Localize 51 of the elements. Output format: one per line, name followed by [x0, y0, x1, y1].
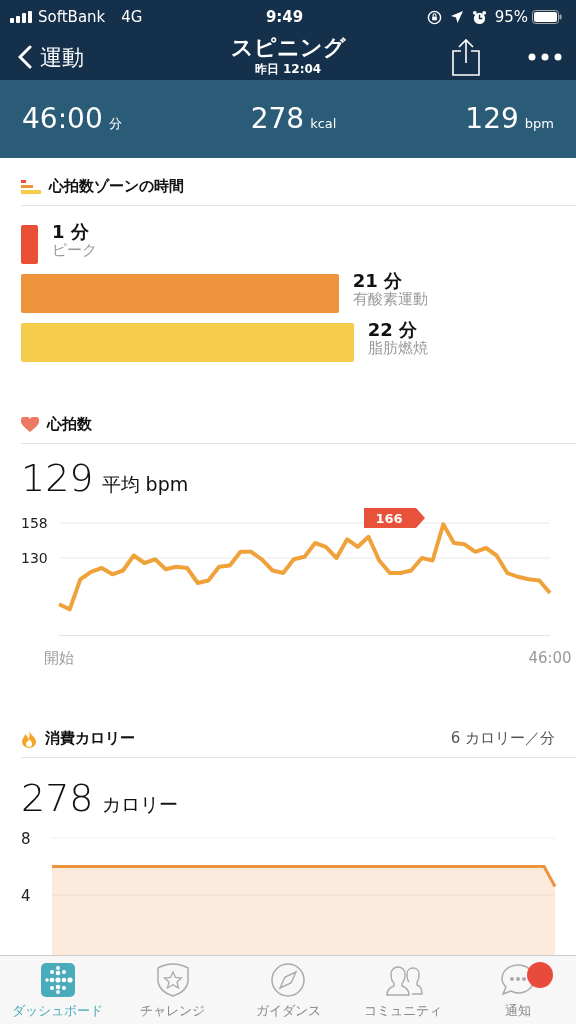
- average-heart-rate: 129: [21, 455, 94, 502]
- axis-label: 130: [21, 550, 48, 566]
- summary-value: 129: [465, 101, 519, 137]
- axis-label: 8: [21, 830, 31, 848]
- summary-value: 278: [250, 101, 305, 137]
- tab-button[interactable]: ダッシュボード: [0, 956, 116, 1024]
- section-title: 消費カロリー: [45, 728, 135, 750]
- zone-name: 脂肪燃焼: [367, 339, 428, 357]
- battery-icon: [532, 10, 562, 24]
- zone-name: 有酸素運動: [352, 290, 428, 308]
- compass-icon: [268, 962, 308, 998]
- network-type: 4G: [121, 6, 143, 28]
- section-title: 心拍数: [47, 414, 92, 436]
- axis-label: 158: [21, 515, 48, 531]
- peak-marker: 166: [364, 508, 425, 528]
- zone-bars-icon: [21, 179, 41, 194]
- alarm-icon: [471, 9, 487, 25]
- more-icon[interactable]: [528, 53, 562, 61]
- workout-title: スピニング: [230, 34, 346, 62]
- clock-time: 9:49: [265, 6, 304, 28]
- workout-date: 昨日 12:04: [253, 62, 323, 75]
- calorie-rate: 6 カロリー／分: [450, 728, 555, 750]
- zone-name: ピーク: [52, 241, 98, 259]
- chevron-left-icon: [18, 45, 32, 69]
- tab-button[interactable]: 通知: [460, 956, 576, 1024]
- section-title: 心拍数ゾーンの時間: [49, 176, 184, 198]
- calories-total: 278: [21, 775, 94, 822]
- heart-icon: [21, 416, 39, 433]
- location-icon: [449, 10, 464, 24]
- axis-label: 4: [21, 887, 31, 905]
- axis-label: 開始: [44, 649, 74, 667]
- back-button[interactable]: 運動: [18, 40, 84, 74]
- signal-icon: [10, 11, 34, 23]
- carrier-name: SoftBank: [38, 6, 106, 28]
- tab-button[interactable]: チャレンジ: [115, 956, 231, 1024]
- zone-minutes: 22 分: [367, 321, 418, 340]
- tab-button[interactable]: コミュニティ: [345, 956, 461, 1024]
- tab-button[interactable]: ガイダンス: [230, 956, 346, 1024]
- summary-value: 46:00: [22, 101, 103, 137]
- calorie-unit: カロリー: [101, 792, 178, 817]
- rotation-lock-icon: [426, 9, 442, 25]
- axis-label: 46:00: [528, 649, 572, 667]
- summary-unit: kcal: [310, 115, 337, 133]
- flame-icon: [21, 729, 37, 748]
- share-icon[interactable]: [452, 38, 480, 76]
- zone-minutes: 1 分: [52, 223, 90, 242]
- battery-percent: 95%: [494, 6, 528, 28]
- zone-minutes: 21 分: [352, 272, 404, 291]
- heart-rate-unit: 平均 bpm: [101, 472, 189, 497]
- summary-unit: bpm: [524, 115, 554, 133]
- summary-unit: 分: [108, 115, 122, 133]
